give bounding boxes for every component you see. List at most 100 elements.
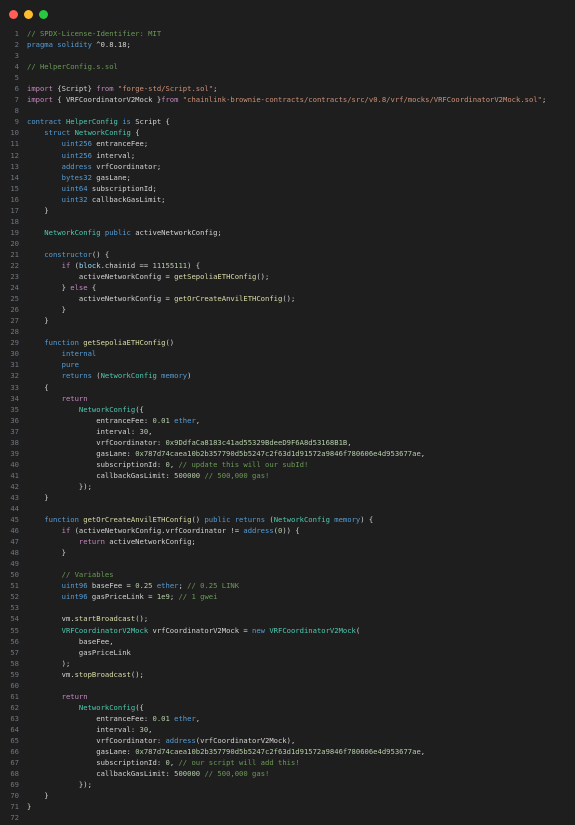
code-line[interactable]: 64 interval: 30, (0, 724, 575, 735)
code-text: pragma solidity ^0.8.18; (27, 39, 575, 50)
line-number: 1 (14, 29, 19, 38)
code-line[interactable]: 11 uint256 entranceFee; (0, 138, 575, 149)
code-text: subscriptionId: 0, // our script will ad… (27, 757, 575, 768)
code-token: import (27, 95, 58, 105)
code-line[interactable]: 71} (0, 801, 575, 812)
code-token: uint256 (27, 139, 97, 149)
code-line[interactable]: 16 uint32 callbackGasLimit; (0, 194, 575, 205)
code-line[interactable]: 70 } (0, 790, 575, 801)
code-token: vm. (27, 614, 75, 624)
code-line[interactable]: 55 VRFCoordinatorV2Mock vrfCoordinatorV2… (0, 625, 575, 636)
code-line[interactable]: 56 baseFee, (0, 636, 575, 647)
code-line[interactable]: 18 (0, 216, 575, 227)
code-line[interactable]: 69 }); (0, 779, 575, 790)
code-text: gasLane: 0x787d74caea10b2b357790d5b5247c… (27, 746, 575, 757)
code-line[interactable]: 65 vrfCoordinator: address(vrfCoordinato… (0, 735, 575, 746)
code-line[interactable]: 68 callbackGasLimit: 500000 // 500,000 g… (0, 768, 575, 779)
code-line[interactable]: 39 gasLane: 0x787d74caea10b2b357790d5b52… (0, 448, 575, 459)
code-line[interactable]: 19 NetworkConfig public activeNetworkCon… (0, 227, 575, 238)
code-line[interactable]: 30 internal (0, 348, 575, 359)
code-token: uint256 (27, 150, 97, 160)
code-token: constructor (27, 249, 92, 259)
code-line[interactable]: 58 ); (0, 658, 575, 669)
code-line[interactable]: 60 (0, 680, 575, 691)
code-line[interactable]: 53 (0, 602, 575, 613)
code-line[interactable]: 25 activeNetworkConfig = getOrCreateAnvi… (0, 293, 575, 304)
code-line[interactable]: 10 struct NetworkConfig { (0, 127, 575, 138)
code-editor[interactable]: 1 // SPDX-License-Identifier: MIT 2 pragma … (0, 28, 575, 825)
code-line[interactable]: 45 function getOrCreateAnvilETHConfig() … (0, 514, 575, 525)
code-line[interactable]: 42 }); (0, 481, 575, 492)
code-line[interactable]: 20 (0, 238, 575, 249)
code-line[interactable]: 29 function getSepoliaETHConfig() (0, 337, 575, 348)
code-token: NetworkConfig (27, 404, 136, 414)
code-line[interactable]: 7 import { VRFCoordinatorV2Mock }from "ch… (0, 94, 575, 105)
code-line[interactable]: 14 bytes32 gasLane; (0, 172, 575, 183)
code-line[interactable]: 24 } else { (0, 282, 575, 293)
code-line[interactable]: 38 vrfCoordinator: 0x9DdfaCa8183c41ad553… (0, 437, 575, 448)
code-line[interactable]: 27 } (0, 315, 575, 326)
code-text: interval: 30, (27, 724, 575, 735)
code-line[interactable]: 6 import {Script} from "forge-std/Script.… (0, 83, 575, 94)
code-line[interactable]: 51 uint96 baseFee = 0.25 ether; // 0.25 … (0, 580, 575, 591)
maximize-window-icon[interactable] (39, 9, 48, 19)
code-line[interactable]: 49 (0, 558, 575, 569)
code-text: uint96 baseFee = 0.25 ether; // 0.25 LIN… (27, 580, 575, 591)
code-line[interactable]: 43 } (0, 492, 575, 503)
code-line[interactable]: 66 gasLane: 0x787d74caea10b2b357790d5b52… (0, 746, 575, 757)
code-token: } (27, 283, 71, 293)
code-line[interactable]: 12 uint256 interval; (0, 150, 575, 161)
code-line[interactable]: 8 (0, 105, 575, 116)
code-line[interactable]: 41 callbackGasLimit: 500000 // 500,000 g… (0, 470, 575, 481)
code-line[interactable]: 17 } (0, 205, 575, 216)
code-line[interactable]: 4 // HelperConfig.s.sol (0, 61, 575, 72)
code-line[interactable]: 15 uint64 subscriptionId; (0, 183, 575, 194)
code-line[interactable]: 32 returns (NetworkConfig memory) (0, 370, 575, 381)
line-number: 52 (10, 592, 19, 602)
code-line[interactable]: 5 (0, 72, 575, 83)
code-line[interactable]: 28 (0, 326, 575, 337)
code-line[interactable]: 46 if (activeNetworkConfig.vrfCoordinato… (0, 525, 575, 536)
code-token: // 1 gwei (178, 592, 218, 602)
code-line[interactable]: 44 (0, 503, 575, 514)
minimize-window-icon[interactable] (24, 9, 33, 19)
code-line[interactable]: 3 (0, 50, 575, 61)
code-line[interactable]: 57 gasPriceLink (0, 647, 575, 658)
code-line[interactable]: 21 constructor() { (0, 249, 575, 260)
code-line[interactable]: 40 subscriptionId: 0, // update this wil… (0, 459, 575, 470)
code-token: subscriptionId: (27, 758, 166, 768)
code-text: uint256 interval; (27, 150, 575, 161)
line-number: 17 (10, 205, 19, 215)
code-token: } (27, 802, 32, 812)
code-line[interactable]: 50 // Variables (0, 569, 575, 580)
code-line[interactable]: 62 NetworkConfig({ (0, 702, 575, 713)
line-number: 59 (10, 669, 19, 679)
code-line[interactable]: 63 entranceFee: 0.01 ether, (0, 713, 575, 724)
code-line[interactable]: 9 contract HelperConfig is Script { (0, 116, 575, 127)
code-line[interactable]: 31 pure (0, 359, 575, 370)
code-line[interactable]: 54 vm.startBroadcast(); (0, 613, 575, 624)
code-text: } (27, 547, 575, 558)
code-line[interactable]: 1 // SPDX-License-Identifier: MIT (0, 28, 575, 39)
code-line[interactable]: 35 NetworkConfig({ (0, 404, 575, 415)
code-line[interactable]: 23 activeNetworkConfig = getSepoliaETHCo… (0, 271, 575, 282)
code-line[interactable]: 36 entranceFee: 0.01 ether, (0, 415, 575, 426)
line-number: 9 (14, 117, 19, 127)
code-line[interactable]: 47 return activeNetworkConfig; (0, 536, 575, 547)
code-line[interactable]: 22 if (block.chainid == 11155111) { (0, 260, 575, 271)
code-line[interactable]: 26 } (0, 304, 575, 315)
code-line[interactable]: 48 } (0, 547, 575, 558)
code-line[interactable]: 72 (0, 812, 575, 823)
code-line[interactable]: 33 { (0, 382, 575, 393)
code-line[interactable]: 61 return (0, 691, 575, 702)
code-line[interactable]: 2 pragma solidity ^0.8.18; (0, 39, 575, 50)
code-line[interactable]: 37 interval: 30, (0, 426, 575, 437)
code-line[interactable]: 59 vm.stopBroadcast(); (0, 669, 575, 680)
code-token: { (135, 128, 140, 138)
code-line[interactable]: 34 return (0, 393, 575, 404)
code-token: ether (174, 415, 196, 425)
close-window-icon[interactable] (9, 9, 18, 19)
code-line[interactable]: 67 subscriptionId: 0, // our script will… (0, 757, 575, 768)
code-line[interactable]: 52 uint96 gasPriceLink = 1e9; // 1 gwei (0, 591, 575, 602)
code-line[interactable]: 13 address vrfCoordinator; (0, 161, 575, 172)
